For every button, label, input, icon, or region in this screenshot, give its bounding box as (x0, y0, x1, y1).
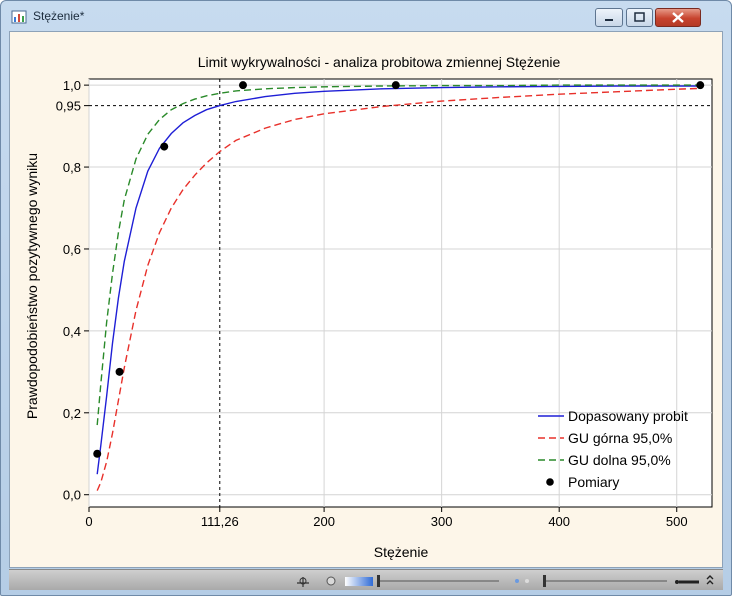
chart-title: Limit wykrywalności - analiza probitowa … (198, 54, 561, 70)
y-tick-label: 0,95 (56, 99, 81, 114)
chart-window: Stężenie* Limit wykrywalności - analiza … (0, 0, 732, 596)
x-tick-label: 111,26 (201, 514, 239, 529)
zoom-dots-icon (515, 579, 529, 583)
data-point (93, 449, 102, 458)
color-scale-icon[interactable] (345, 577, 373, 586)
y-tick-label: 0,8 (63, 160, 81, 175)
y-tick-label: 0,0 (63, 488, 81, 503)
chart-svg: Limit wykrywalności - analiza probitowa … (24, 54, 713, 560)
zoom-slider-right[interactable] (543, 575, 667, 587)
y-tick-label: 0,2 (63, 406, 81, 421)
chart-area: Limit wykrywalności - analiza probitowa … (9, 31, 723, 568)
minimize-icon (605, 19, 613, 21)
minimize-button[interactable] (595, 8, 623, 27)
legend-label-probit: Dopasowany probit (568, 408, 688, 424)
y-tick-label: 0,4 (63, 324, 81, 339)
data-point (391, 81, 400, 90)
y-tick-label: 1,0 (63, 78, 81, 93)
x-tick-label: 200 (313, 514, 335, 529)
x-axis-label: Stężenie (374, 544, 429, 560)
status-bar (9, 569, 723, 590)
status-controls (297, 575, 714, 587)
data-point (696, 81, 705, 90)
data-point (115, 367, 124, 376)
maximize-button[interactable] (626, 8, 653, 27)
brush-icon[interactable] (326, 576, 336, 586)
maximize-icon (634, 12, 645, 22)
x-tick-label: 400 (548, 514, 570, 529)
y-axis-label: Prawdopodobieństwo pozytywnego wyniku (24, 153, 40, 419)
legend-label-upper: GU górna 95,0% (568, 430, 672, 446)
title-bar[interactable]: Stężenie* (1, 1, 731, 31)
y-tick-label: 0,6 (63, 242, 81, 257)
data-point (160, 142, 169, 151)
x-tick-label: 500 (666, 514, 688, 529)
close-button[interactable] (655, 8, 701, 27)
window-title: Stężenie* (33, 9, 85, 23)
pan-tool-icon[interactable] (297, 577, 309, 587)
app-chart-icon (11, 10, 27, 24)
legend-label-lower: GU dolna 95,0% (568, 452, 671, 468)
x-tick-label: 0 (85, 514, 92, 529)
key-icon[interactable] (675, 580, 699, 584)
close-icon (672, 12, 684, 23)
legend-label-points: Pomiary (568, 474, 619, 490)
x-tick-label: 300 (431, 514, 453, 529)
chevron-up-icon[interactable] (706, 575, 714, 585)
data-point (238, 81, 247, 90)
zoom-slider-left[interactable] (377, 575, 499, 587)
